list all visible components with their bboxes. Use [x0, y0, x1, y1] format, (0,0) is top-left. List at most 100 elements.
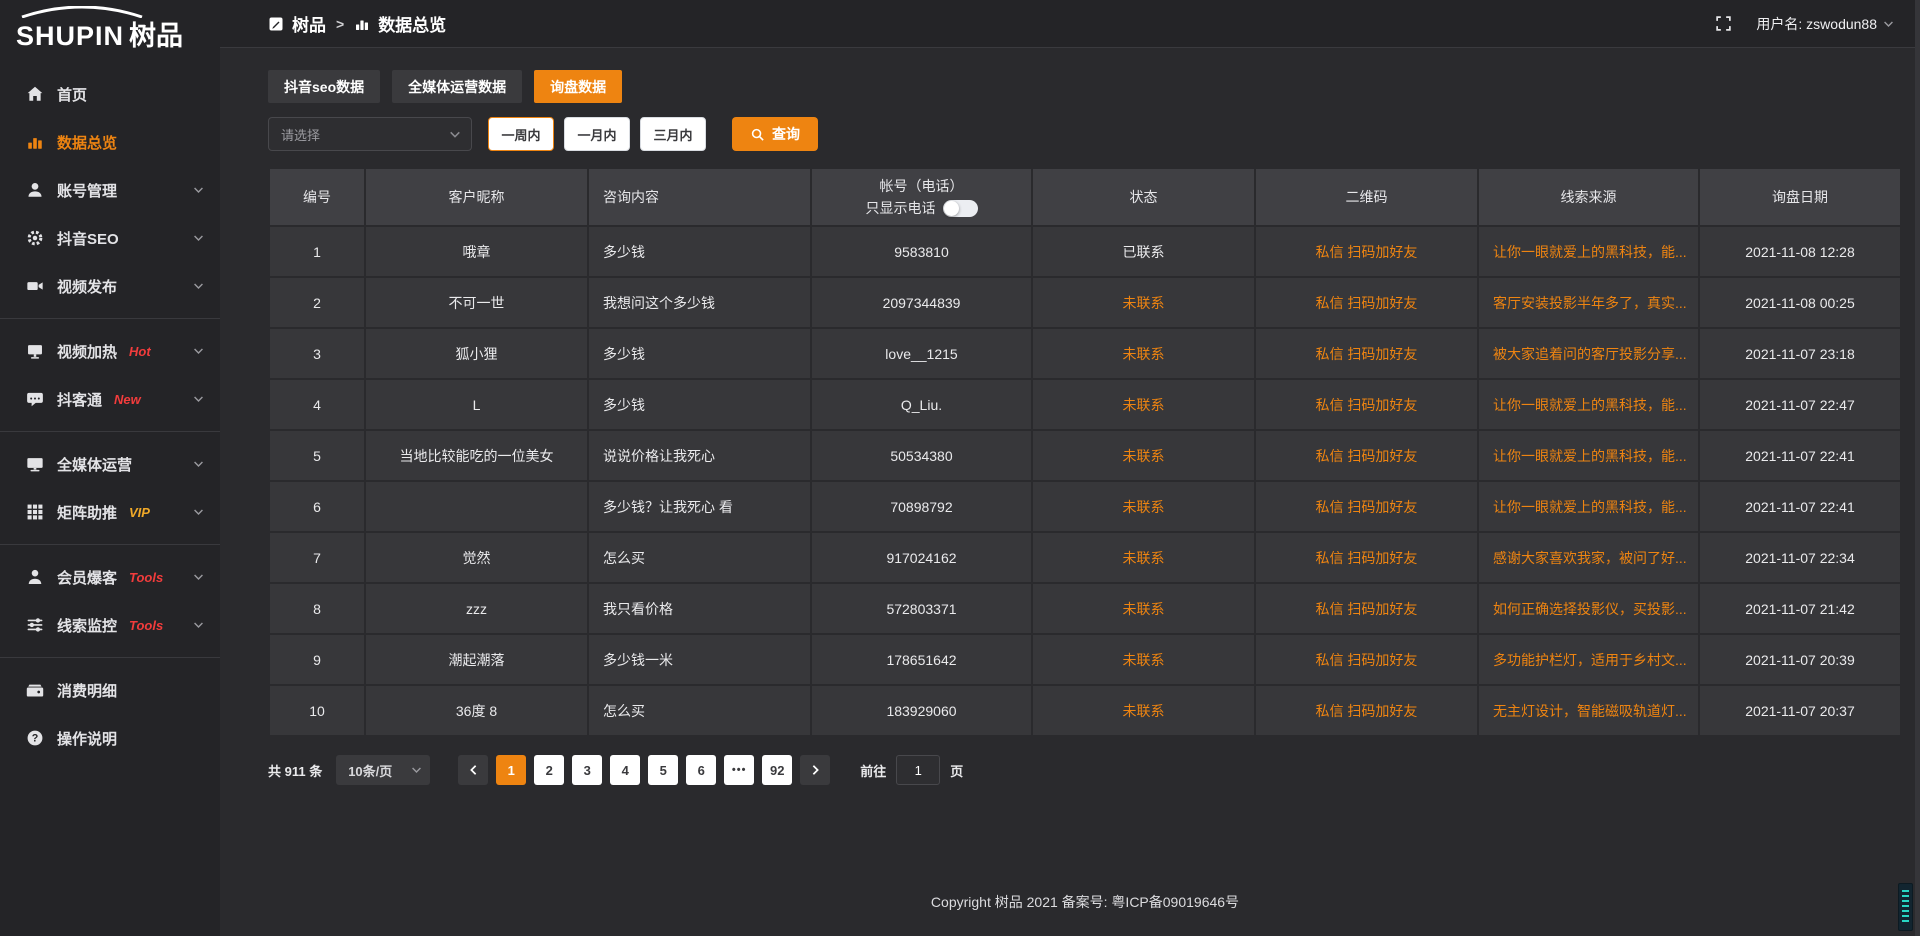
sidebar-item-7[interactable]: 抖客通New	[0, 375, 220, 423]
cell-source-link[interactable]: 让你一眼就爱上的黑科技，能...	[1479, 431, 1698, 480]
sidebar-item-0[interactable]: 首页	[0, 70, 220, 118]
chevron-down-icon	[193, 186, 204, 194]
page-button-1[interactable]: 1	[496, 755, 526, 785]
page-scrollbar[interactable]	[1915, 0, 1920, 936]
cell-qrcode-link[interactable]: 私信 扫码加好友	[1256, 584, 1477, 633]
cell-date: 2021-11-07 22:41	[1700, 431, 1900, 480]
cell-source-link[interactable]: 让你一眼就爱上的黑科技，能...	[1479, 482, 1698, 531]
cell-source-link[interactable]: 让你一眼就爱上的黑科技，能...	[1479, 227, 1698, 276]
filter-select[interactable]: 请选择	[268, 117, 472, 151]
cell-source-link[interactable]: 感谢大家喜欢我家，被问了好...	[1479, 533, 1698, 582]
debug-widget[interactable]	[1898, 883, 1913, 931]
logo-text-en: SHUPIN	[16, 21, 124, 51]
logo: SHUPIN树品	[0, 0, 220, 60]
cell-status: 未联系	[1033, 278, 1254, 327]
cell-content: 多少钱？让我死心 看	[589, 482, 810, 531]
cell-date: 2021-11-07 22:41	[1700, 482, 1900, 531]
chevron-down-icon	[193, 282, 204, 290]
sidebar-item-label: 操作说明	[57, 728, 117, 749]
sidebar-item-9[interactable]: 全媒体运营	[0, 440, 220, 488]
cell-qrcode-link[interactable]: 私信 扫码加好友	[1256, 635, 1477, 684]
cell-source-link[interactable]: 如何正确选择投影仪，买投影...	[1479, 584, 1698, 633]
prev-page-button[interactable]	[458, 755, 488, 785]
wallet-icon	[26, 681, 44, 699]
page-button-92[interactable]: 92	[762, 755, 792, 785]
edit-square-icon	[268, 16, 284, 32]
cell-content: 我想问这个多少钱	[589, 278, 810, 327]
user-menu[interactable]: 用户名: zswodun88	[1756, 14, 1894, 34]
cell-date: 2021-11-07 21:42	[1700, 584, 1900, 633]
member-icon	[26, 568, 44, 586]
sidebar-item-3[interactable]: 抖音SEO	[0, 214, 220, 262]
cell-date: 2021-11-08 12:28	[1700, 227, 1900, 276]
range-button-1[interactable]: 一月内	[564, 117, 630, 151]
sidebar-item-label: 全媒体运营	[57, 454, 132, 475]
page-size-select[interactable]: 10条/页	[336, 755, 430, 785]
tab-2[interactable]: 询盘数据	[534, 70, 622, 103]
tab-0[interactable]: 抖音seo数据	[268, 70, 380, 103]
gear-icon	[26, 229, 44, 247]
cell-account: 2097344839	[812, 278, 1031, 327]
sidebar-item-12[interactable]: 会员爆客Tools	[0, 553, 220, 601]
cell-qrcode-link[interactable]: 私信 扫码加好友	[1256, 380, 1477, 429]
page-button-6[interactable]: 6	[686, 755, 716, 785]
chevron-left-icon	[469, 764, 478, 776]
cell-nickname: 当地比较能吃的一位美女	[366, 431, 587, 480]
page-button-4[interactable]: 4	[610, 755, 640, 785]
page-button-3[interactable]: 3	[572, 755, 602, 785]
sidebar-item-label: 首页	[57, 84, 87, 105]
sidebar-badge: Hot	[129, 344, 151, 359]
page-button-5[interactable]: 5	[648, 755, 678, 785]
sidebar-item-10[interactable]: 矩阵助推VIP	[0, 488, 220, 536]
video-camera-icon	[26, 277, 44, 295]
cell-nickname: L	[366, 380, 587, 429]
table-row: 2不可一世我想问这个多少钱2097344839未联系私信 扫码加好友客厅安装投影…	[270, 278, 1900, 327]
range-button-0[interactable]: 一周内	[488, 117, 554, 151]
sidebar-item-1[interactable]: 数据总览	[0, 118, 220, 166]
filter-select-placeholder: 请选择	[281, 125, 320, 144]
next-page-button[interactable]	[800, 755, 830, 785]
monitor-icon	[26, 455, 44, 473]
cell-qrcode-link[interactable]: 私信 扫码加好友	[1256, 278, 1477, 327]
table-row: 6多少钱？让我死心 看70898792未联系私信 扫码加好友让你一眼就爱上的黑科…	[270, 482, 1900, 531]
cell-source-link[interactable]: 客厅安装投影半年多了，真实...	[1479, 278, 1698, 327]
goto-page-input[interactable]	[896, 755, 940, 785]
cell-account: 178651642	[812, 635, 1031, 684]
user-icon	[26, 181, 44, 199]
cell-index: 8	[270, 584, 364, 633]
table-row: 3狐小狸多少钱love__1215未联系私信 扫码加好友被大家追着问的客厅投影分…	[270, 329, 1900, 378]
cell-qrcode-link[interactable]: 私信 扫码加好友	[1256, 533, 1477, 582]
sidebar-item-4[interactable]: 视频发布	[0, 262, 220, 310]
sidebar-item-2[interactable]: 账号管理	[0, 166, 220, 214]
fullscreen-icon[interactable]	[1715, 15, 1732, 32]
svg-text:?: ?	[32, 733, 39, 745]
cell-index: 9	[270, 635, 364, 684]
cell-qrcode-link[interactable]: 私信 扫码加好友	[1256, 329, 1477, 378]
logo-arc	[18, 6, 146, 18]
cell-source-link[interactable]: 多功能护栏灯，适用于乡村文...	[1479, 635, 1698, 684]
sidebar-item-13[interactable]: 线索监控Tools	[0, 601, 220, 649]
breadcrumb-separator: >	[336, 16, 344, 32]
tab-1[interactable]: 全媒体运营数据	[392, 70, 522, 103]
cell-source-link[interactable]: 让你一眼就爱上的黑科技，能...	[1479, 380, 1698, 429]
search-button[interactable]: 查询	[732, 117, 818, 151]
cell-qrcode-link[interactable]: 私信 扫码加好友	[1256, 227, 1477, 276]
page-ellipsis[interactable]: •••	[724, 755, 754, 785]
goto-suffix-label: 页	[950, 761, 963, 780]
sidebar-item-15[interactable]: 消费明细	[0, 666, 220, 714]
cell-qrcode-link[interactable]: 私信 扫码加好友	[1256, 686, 1477, 735]
cell-source-link[interactable]: 被大家追着问的客厅投影分享...	[1479, 329, 1698, 378]
cell-date: 2021-11-07 20:39	[1700, 635, 1900, 684]
phone-only-toggle[interactable]	[943, 200, 978, 217]
sidebar-item-6[interactable]: 视频加热Hot	[0, 327, 220, 375]
cell-qrcode-link[interactable]: 私信 扫码加好友	[1256, 431, 1477, 480]
sidebar-item-16[interactable]: ? 操作说明	[0, 714, 220, 762]
username-label: 用户名: zswodun88	[1756, 14, 1877, 34]
breadcrumb-root[interactable]: 树品	[292, 11, 326, 36]
page-button-2[interactable]: 2	[534, 755, 564, 785]
cell-source-link[interactable]: 无主灯设计，智能磁吸轨道灯...	[1479, 686, 1698, 735]
col-source: 线索来源	[1479, 169, 1698, 225]
cell-qrcode-link[interactable]: 私信 扫码加好友	[1256, 482, 1477, 531]
range-button-2[interactable]: 三月内	[640, 117, 706, 151]
breadcrumb-current: 数据总览	[378, 11, 446, 36]
